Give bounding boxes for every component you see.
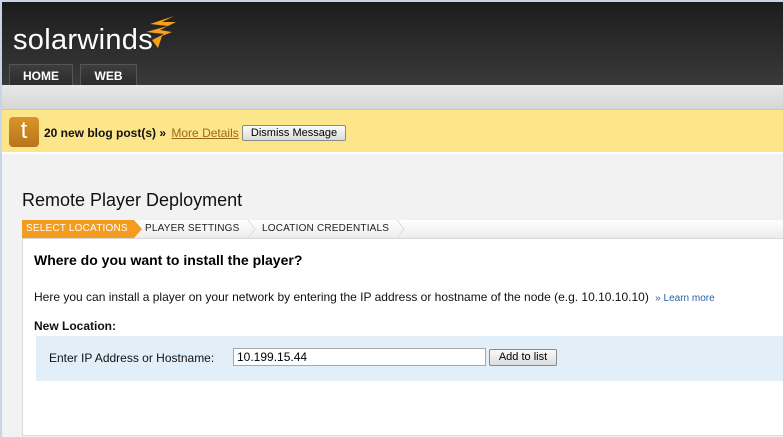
tab-web[interactable]: WEB [80, 64, 137, 87]
ip-address-input[interactable]: 10.199.15.44 [233, 348, 486, 366]
step-arrow-icon [134, 220, 142, 238]
step-player-settings: PLAYER SETTINGS [145, 223, 240, 234]
more-details-link[interactable]: More Details [171, 126, 238, 140]
banner-message: 20 new blog post(s) [44, 126, 157, 140]
header: solarwinds HOME WEB [2, 0, 783, 87]
learn-more-link[interactable]: » Learn more [655, 293, 714, 304]
description: Here you can install a player on your ne… [34, 290, 715, 304]
add-to-list-button[interactable]: Add to list [489, 349, 557, 366]
banner-text: 20 new blog post(s) » More Details [44, 126, 239, 140]
content-panel: Where do you want to install the player?… [22, 238, 783, 436]
dismiss-message-button[interactable]: Dismiss Message [242, 125, 346, 141]
step-arrow-icon [397, 220, 405, 238]
new-location-label: New Location: [34, 319, 117, 333]
tab-home[interactable]: HOME [9, 64, 73, 87]
description-text: Here you can install a player on your ne… [34, 290, 649, 304]
separator: » [159, 126, 167, 140]
solarwinds-logo[interactable]: solarwinds [13, 24, 153, 57]
page-title: Remote Player Deployment [22, 190, 243, 210]
notification-banner: t 20 new blog post(s) » More Details Dis… [2, 110, 783, 154]
ip-field-label: Enter IP Address or Hostname: [49, 351, 215, 365]
blog-icon: t [9, 117, 39, 147]
step-location-credentials: LOCATION CREDENTIALS [262, 223, 390, 234]
step-arrow-icon [248, 220, 256, 238]
wizard-steps: SELECT LOCATIONS PLAYER SETTINGS LOCATIO… [22, 220, 783, 238]
step-select-locations: SELECT LOCATIONS [22, 220, 134, 238]
new-location-box: Enter IP Address or Hostname: 10.199.15.… [36, 336, 783, 381]
section-heading: Where do you want to install the player? [34, 252, 303, 268]
sub-nav-bar [2, 85, 783, 110]
solarwinds-flame-icon [146, 16, 176, 48]
